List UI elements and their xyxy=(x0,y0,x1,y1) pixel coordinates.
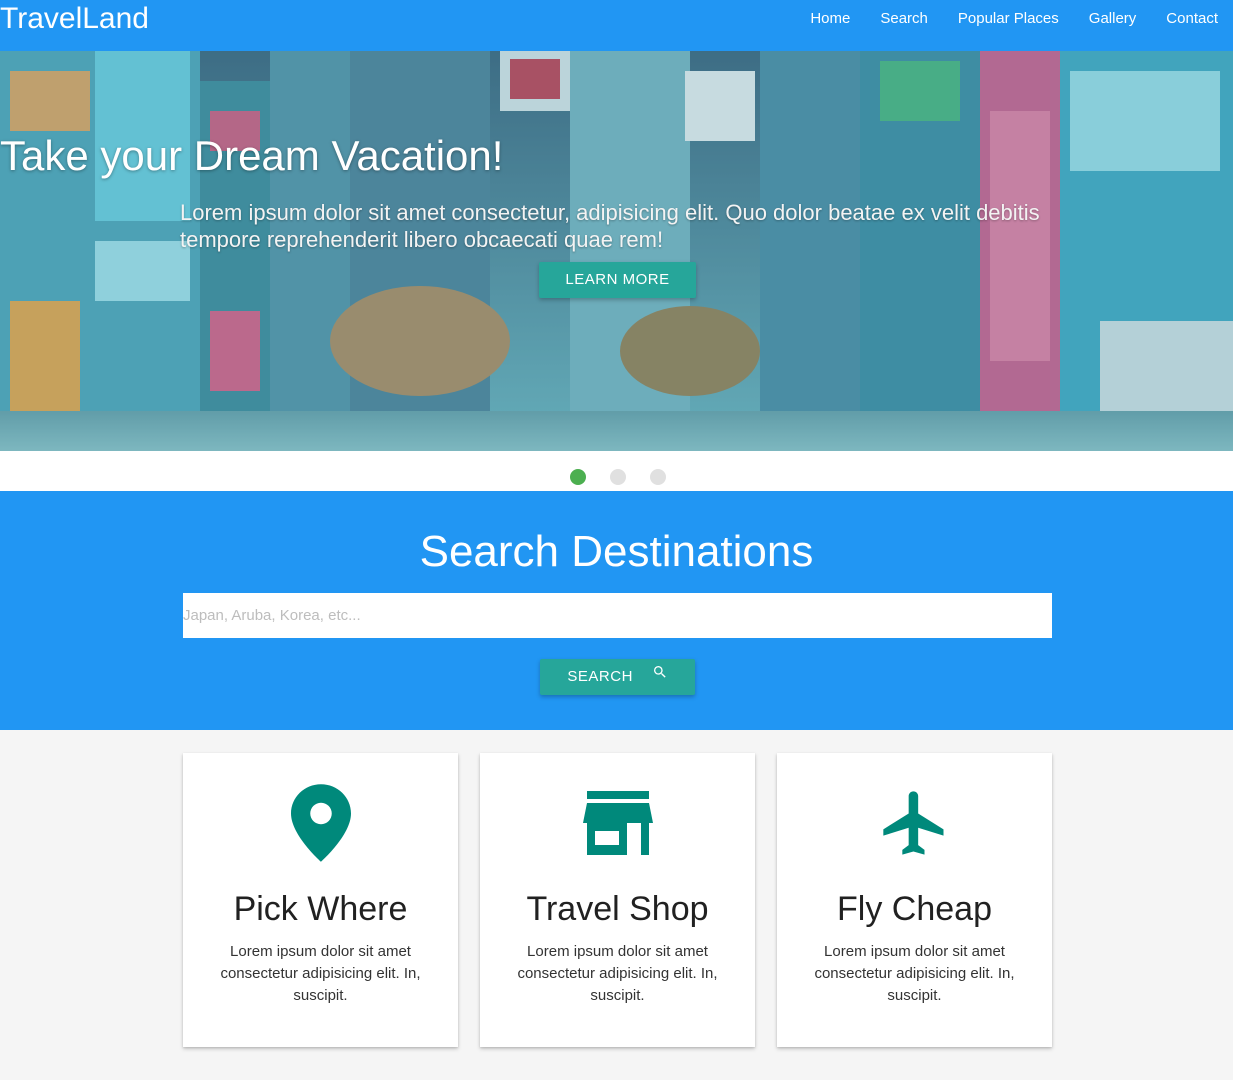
search-title: Search Destinations xyxy=(419,527,814,576)
brand-logo[interactable]: TravelLand xyxy=(0,2,149,36)
learn-more-button[interactable]: LEARN MORE xyxy=(539,262,696,298)
nav-link-popular-places[interactable]: Popular Places xyxy=(943,0,1074,38)
nav-links: Home Search Popular Places Gallery Conta… xyxy=(795,0,1233,38)
slider-dot-2[interactable] xyxy=(610,469,626,485)
search-icon xyxy=(652,658,668,694)
card-title: Pick Where xyxy=(233,890,408,928)
search-button-label: SEARCH xyxy=(567,668,633,685)
hero-title: Take your Dream Vacation! xyxy=(0,132,504,179)
hero-description: Lorem ipsum dolor sit amet consectetur, … xyxy=(180,200,1040,252)
search-input[interactable] xyxy=(183,593,1052,638)
store-icon xyxy=(480,783,755,863)
card-text: Lorem ipsum dolor sit amet consectetur a… xyxy=(814,943,1015,1004)
search-button[interactable]: SEARCH xyxy=(540,659,695,695)
slider-dot-1[interactable] xyxy=(570,469,586,485)
slider-dot-3[interactable] xyxy=(650,469,666,485)
card-text: Lorem ipsum dolor sit amet consectetur a… xyxy=(517,943,718,1004)
hero-slider: Take your Dream Vacation! Lorem ipsum do… xyxy=(0,51,1233,451)
feature-card-fly-cheap: Fly Cheap Lorem ipsum dolor sit amet con… xyxy=(777,753,1052,1047)
airplane-icon xyxy=(777,783,1052,863)
nav-link-search[interactable]: Search xyxy=(865,0,943,38)
map-pin-icon xyxy=(183,783,458,863)
nav-link-contact[interactable]: Contact xyxy=(1151,0,1233,38)
nav-link-gallery[interactable]: Gallery xyxy=(1074,0,1152,38)
search-section: Search Destinations SEARCH xyxy=(0,491,1233,730)
slider-indicators xyxy=(0,451,1233,491)
nav-link-home[interactable]: Home xyxy=(795,0,865,38)
feature-card-travel-shop: Travel Shop Lorem ipsum dolor sit amet c… xyxy=(480,753,755,1047)
card-title: Fly Cheap xyxy=(837,890,992,928)
card-text: Lorem ipsum dolor sit amet consectetur a… xyxy=(220,943,421,1004)
feature-card-pick-where: Pick Where Lorem ipsum dolor sit amet co… xyxy=(183,753,458,1047)
navbar: TravelLand Home Search Popular Places Ga… xyxy=(0,0,1233,51)
card-title: Travel Shop xyxy=(526,890,709,928)
